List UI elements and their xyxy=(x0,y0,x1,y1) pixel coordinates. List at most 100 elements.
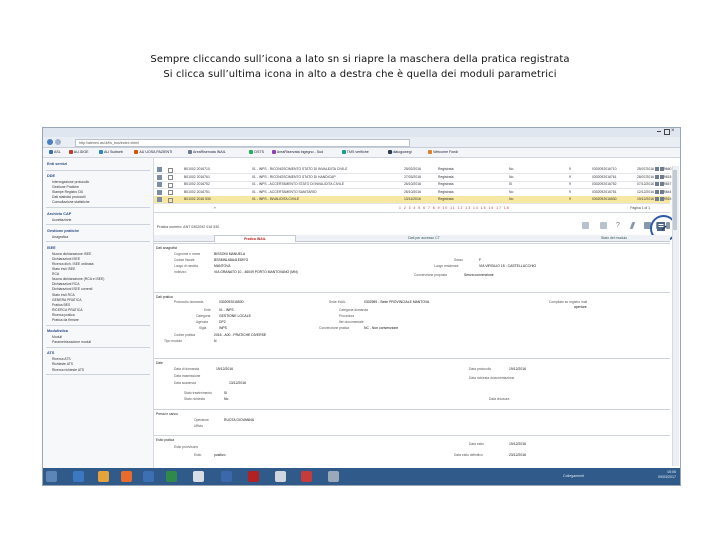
maximize-icon[interactable] xyxy=(664,129,670,135)
row-checkbox[interactable] xyxy=(168,197,173,203)
sidebar-item[interactable]: Richieste ATS xyxy=(52,362,73,366)
delete-icon[interactable] xyxy=(660,197,664,202)
page-numbers[interactable]: 1 2 3 4 5 6 7 8 9 10 11 12 13 14 15 16 1… xyxy=(399,205,510,212)
sidebar-section-title[interactable]: Enti servizi xyxy=(47,162,67,166)
sidebar-section-title[interactable]: Archivio CAP xyxy=(47,212,71,216)
edit-icon[interactable] xyxy=(655,189,659,194)
tab-pratica[interactable]: Pratica INAIL xyxy=(214,235,296,242)
row-checkbox[interactable] xyxy=(168,175,173,181)
sidebar-item[interactable]: Parametrizzazione moduli xyxy=(52,340,91,344)
window-controls[interactable]: × xyxy=(657,128,677,135)
sidebar-item[interactable]: Moduli xyxy=(52,335,62,339)
favorite-link[interactable]: TMS verifiche xyxy=(341,150,369,155)
favorite-link[interactable]: AU.IDGE xyxy=(68,150,89,155)
clock[interactable]: 15:06 09/03/2017 xyxy=(658,470,676,480)
sidebar-item[interactable]: Ricerca dich. ISEE ordinata xyxy=(52,262,93,266)
sidebar-section-title[interactable]: ISEE xyxy=(47,246,56,250)
open-practice-icon[interactable] xyxy=(157,189,162,195)
sidebar-item[interactable]: Pratica da firmare xyxy=(52,318,79,322)
pdf-icon[interactable] xyxy=(600,222,607,229)
parametric-forms-icon[interactable] xyxy=(656,221,667,232)
close-icon[interactable]: × xyxy=(671,128,675,134)
sidebar-item[interactable]: Ricerca ATS xyxy=(52,357,71,361)
tab-accesso[interactable]: Dati per accesso CT xyxy=(384,235,464,241)
sidebar-item[interactable]: Dichiarazioni ISEE xyxy=(52,257,80,261)
cell-desc: 01 - INPS - ACCERTAMENTO STATO DI INVALI… xyxy=(252,182,345,187)
sidebar-item[interactable]: Nuova dichiarazione ISEE xyxy=(52,252,91,256)
sidebar-item[interactable]: Nuova dichiarazione (RCA e ISEE) xyxy=(52,277,104,281)
open-practice-icon[interactable] xyxy=(157,197,162,203)
tab-stato-modulo[interactable]: Stato del modulo xyxy=(574,235,654,241)
cell-state: Registrata xyxy=(438,197,454,202)
favorite-link[interactable]: AreaRiservata Ingegno - Sud xyxy=(271,150,323,155)
forward-icon[interactable] xyxy=(55,139,61,145)
screenshot-frame: × http://ateneo.asl.it/fw_bus/index.xhtm… xyxy=(42,127,681,486)
sidebar-item[interactable]: Stato invii RCA xyxy=(52,293,75,297)
app-icon[interactable] xyxy=(275,471,286,482)
favorite-link[interactable]: Welcome Fondi xyxy=(428,150,458,155)
table-row[interactable]: B01002 2016 530 01 - INPS - INVALIDITA CI… xyxy=(154,196,671,205)
delete-icon[interactable] xyxy=(660,174,664,179)
edit-icon[interactable] xyxy=(655,167,659,171)
explorer-icon[interactable] xyxy=(98,471,109,482)
excel-icon[interactable] xyxy=(166,471,177,482)
sidebar-section-title[interactable]: DDE xyxy=(47,174,55,178)
row-checkbox[interactable] xyxy=(168,167,173,173)
open-practice-icon[interactable] xyxy=(157,174,162,180)
sidebar-item[interactable]: Consultazione statistiche xyxy=(52,200,90,204)
address-input[interactable]: http://ateneo.asl.it/fw_bus/index.xhtml xyxy=(75,139,410,147)
sidebar-item[interactable]: Dichiarazioni RCA xyxy=(52,282,80,286)
sidebar-item[interactable]: Stampe Registro DD xyxy=(52,190,83,194)
pager-filter[interactable]: ▾ xyxy=(214,205,216,212)
edit-icon[interactable] xyxy=(629,222,636,229)
sidebar-section-title[interactable]: ATS xyxy=(47,351,54,355)
favorite-link[interactable]: dialogowegi xyxy=(387,150,412,155)
favorite-link[interactable]: AU UOSA PAZIENTI xyxy=(134,150,172,155)
notes-icon[interactable] xyxy=(328,471,339,482)
pdf-icon[interactable] xyxy=(248,471,259,482)
ie-icon[interactable] xyxy=(73,471,84,482)
sidebar-item[interactable]: Ricerca pratica xyxy=(52,313,75,317)
start-icon[interactable] xyxy=(46,471,57,482)
sidebar-item[interactable]: Dati statistici protocolli xyxy=(52,195,86,199)
sidebar-item[interactable]: RICERCA PRATICA xyxy=(52,308,82,312)
favorite-link[interactable]: ASL xyxy=(49,150,61,155)
row-actions xyxy=(654,197,668,202)
outlook-icon[interactable] xyxy=(221,471,232,482)
word-icon[interactable] xyxy=(143,471,154,482)
delete-icon[interactable] xyxy=(660,167,664,171)
sidebar-item[interactable]: Accettazione xyxy=(52,218,71,222)
firefox-icon[interactable] xyxy=(121,471,132,482)
cell-desc: 01 - INPS - INVALIDITA CIVILE xyxy=(252,197,300,202)
sidebar-item[interactable]: Stato invii ISEE xyxy=(52,267,75,271)
sidebar-item[interactable]: Pratica BES xyxy=(52,303,70,307)
calc-icon[interactable] xyxy=(193,471,204,482)
row-checkbox[interactable] xyxy=(168,190,173,196)
delete-icon[interactable] xyxy=(660,182,664,187)
favorite-link[interactable]: AreaRiservata INAIL xyxy=(188,150,226,155)
open-practice-icon[interactable] xyxy=(157,182,162,188)
help-icon[interactable]: ? xyxy=(616,222,623,229)
sidebar-item[interactable]: RCA xyxy=(52,272,59,276)
favorite-link[interactable]: DSTS xyxy=(249,150,264,155)
sidebar-section-title[interactable]: Gestione pratiche xyxy=(47,229,79,233)
sidebar-item[interactable]: Ricerca richieste ATS xyxy=(52,368,84,372)
edit-icon[interactable] xyxy=(655,197,659,202)
back-icon[interactable] xyxy=(47,139,53,145)
print-icon[interactable] xyxy=(582,222,589,229)
row-checkbox[interactable] xyxy=(168,182,173,188)
edit-icon[interactable] xyxy=(655,182,659,187)
sidebar-item[interactable]: Gestione Pratiche xyxy=(52,185,79,189)
favorite-link[interactable]: AU Sudweb xyxy=(99,150,123,155)
sidebar-section-title[interactable]: Modulistica xyxy=(47,329,68,333)
edit-icon[interactable] xyxy=(655,174,659,179)
sidebar-item[interactable]: Anagrafica xyxy=(52,235,68,239)
delete-icon[interactable] xyxy=(660,189,664,194)
open-practice-icon[interactable] xyxy=(157,167,162,172)
sidebar-item[interactable]: Interrogazione protocollo xyxy=(52,180,89,184)
acrobat-icon[interactable] xyxy=(301,471,312,482)
sidebar-item[interactable]: GENERA PRATICA xyxy=(52,298,82,302)
value-d7: No xyxy=(224,397,229,401)
minimize-icon[interactable] xyxy=(657,131,661,132)
sidebar-item[interactable]: Dichiarazioni ISEE correnti xyxy=(52,287,92,291)
